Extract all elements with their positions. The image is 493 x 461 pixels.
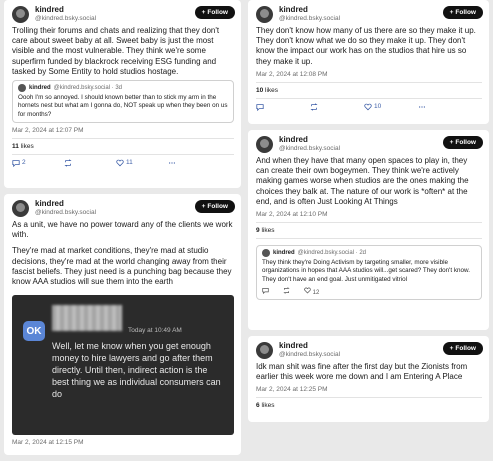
follow-label: Follow [455,9,476,16]
reply-button[interactable] [256,103,310,111]
follow-button[interactable]: + Follow [442,136,483,149]
repost-button[interactable] [64,159,116,167]
plus-icon: + [449,345,454,352]
repost-arrows-icon [310,103,318,111]
likes-label: likes [261,402,275,410]
like-button[interactable]: 10 [364,103,418,111]
ok-avatar-icon: OK [23,321,45,342]
post-paragraph: As a unit, we have no power toward any o… [12,220,233,240]
plus-icon: + [201,203,206,210]
post-card[interactable]: kindred @kindred.bsky.social + Follow Tro… [4,0,241,188]
screenshot-timestamp: Today at 10:49 AM [128,327,182,335]
speech-bubble-icon [256,103,264,111]
post-card[interactable]: kindred @kindred.bsky.social + Follow As … [4,194,241,455]
reply-button[interactable] [262,287,269,296]
post-actions: 2 11 [12,155,234,167]
quote-header: kindred @kindred.bsky.social · 3d [18,84,228,93]
post-text: As a unit, we have no power toward any o… [12,220,234,287]
avatar[interactable] [12,200,29,217]
post-actions: 10 [256,99,482,111]
embedded-screenshot-image[interactable]: OK Today at 10:49 AM Well, let me know w… [12,295,234,436]
more-dots-icon [168,159,176,167]
post-timestamp: Mar 2, 2024 at 12:08 PM [256,71,482,83]
plus-icon: + [449,139,454,146]
likes-summary[interactable]: 10 likes [256,83,482,99]
reply-text: They think they're Doing Activism by tar… [262,259,470,283]
post-text: They don't know how many of us there are… [256,26,476,66]
like-count: 10 [374,103,382,111]
like-button[interactable]: 11 [116,159,168,167]
likes-label: likes [261,227,275,235]
follow-button[interactable]: + Follow [194,6,235,19]
heart-icon [364,103,372,111]
post-card[interactable]: kindred @kindred.bsky.social + Follow And… [248,130,489,330]
post-timestamp: Mar 2, 2024 at 12:15 PM [12,439,84,447]
speech-bubble-icon [12,159,20,167]
follow-button[interactable]: + Follow [194,200,235,213]
avatar[interactable] [256,136,273,153]
avatar[interactable] [256,342,273,359]
repost-arrows-icon [283,286,290,294]
post-text: And when they have that many open spaces… [256,156,469,206]
avatar[interactable] [12,6,29,23]
post-timestamp: Mar 2, 2024 at 12:10 PM [256,211,482,224]
likes-summary[interactable]: 6 likes [256,398,482,413]
likes-label: likes [265,86,279,94]
post-timestamp: Mar 2, 2024 at 12:25 PM [256,386,482,399]
follow-button[interactable]: + Follow [442,342,483,355]
screenshot-message: Well, let me know when you get enough mo… [52,341,221,399]
likes-label: likes [20,142,34,150]
repost-button[interactable] [283,286,290,296]
repost-button[interactable] [310,103,364,111]
more-options-button[interactable] [168,159,206,167]
post-text: Trolling their forums and chats and real… [12,26,220,76]
post-paragraph: They're mad at market conditions, they'r… [12,246,232,287]
plus-icon: + [201,9,206,16]
likes-count: 9 [256,227,260,235]
likes-count: 10 [256,86,264,94]
reply-count: 2 [22,159,26,167]
quote-author-name: kindred [29,85,51,92]
avatar [262,249,270,258]
reply-author-handle: @kindred.bsky.social · 2d [297,250,367,257]
reply-author-name: kindred [273,250,295,257]
more-options-button[interactable] [418,103,456,111]
redacted-username-blur [52,305,122,332]
more-dots-icon [418,103,426,111]
reply-actions: 12 [262,286,476,296]
post-card[interactable]: kindred @kindred.bsky.social + Follow Idk… [248,336,489,422]
like-count: 11 [126,159,133,167]
quoted-post[interactable]: kindred @kindred.bsky.social · 3d Oooh I… [12,80,234,123]
post-timestamp: Mar 2, 2024 at 12:07 PM [12,127,234,139]
post-text: Idk man shit was fine after the first da… [256,362,468,382]
reply-post[interactable]: kindred @kindred.bsky.social · 2d They t… [256,245,482,300]
post-card[interactable]: kindred @kindred.bsky.social + Follow The… [248,0,489,124]
likes-count: 6 [256,402,260,410]
heart-icon [116,159,124,167]
follow-label: Follow [207,9,228,16]
avatar[interactable] [256,6,273,23]
quote-text: Oooh I'm so annoyed. I should known bett… [18,94,228,118]
likes-summary[interactable]: 11 likes [12,139,234,155]
reply-button[interactable]: 2 [12,159,64,167]
heart-icon [304,287,311,294]
avatar [18,84,26,93]
plus-icon: + [449,9,454,16]
repost-arrows-icon [64,159,72,167]
follow-button[interactable]: + Follow [442,6,483,19]
follow-label: Follow [455,139,476,146]
like-button[interactable]: 12 [304,287,319,296]
right-column: kindred @kindred.bsky.social + Follow The… [248,0,489,422]
reply-header: kindred @kindred.bsky.social · 2d [262,249,476,258]
speech-bubble-icon [262,287,269,294]
follow-label: Follow [207,203,228,210]
likes-count: 11 [12,142,19,150]
likes-summary[interactable]: 9 likes [256,223,482,240]
like-count: 12 [312,289,320,296]
follow-label: Follow [455,345,476,352]
quote-author-handle: @kindred.bsky.social · 3d [53,85,123,92]
left-column: kindred @kindred.bsky.social + Follow Tro… [4,0,241,455]
